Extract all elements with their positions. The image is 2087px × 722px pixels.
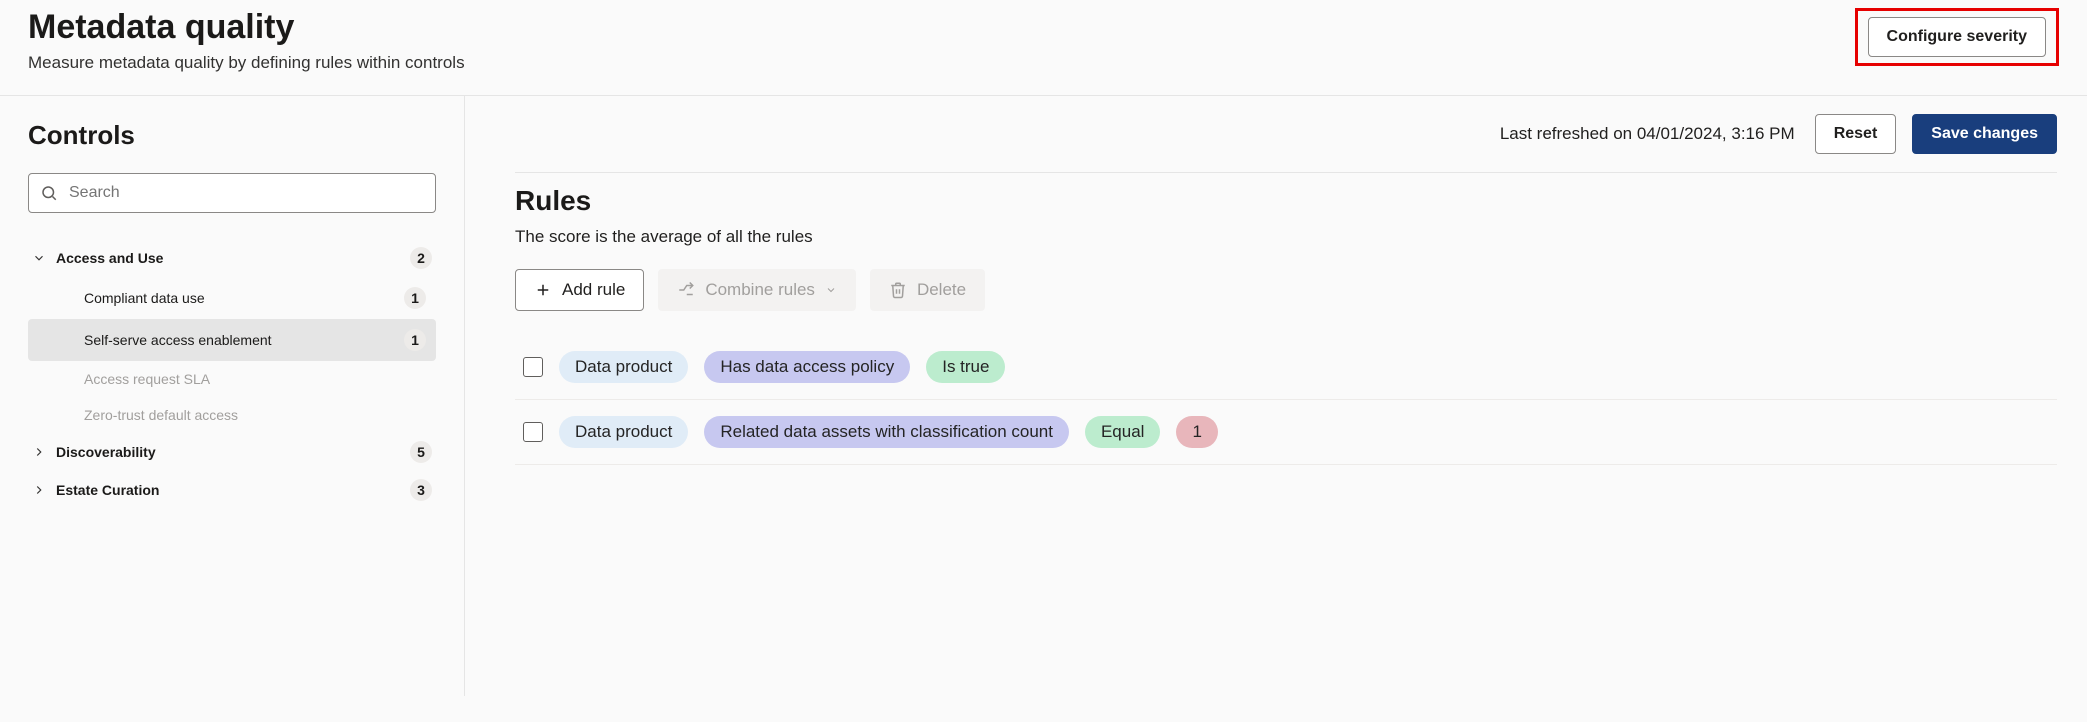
save-changes-button[interactable]: Save changes [1912, 114, 2057, 154]
search-input[interactable] [28, 173, 436, 213]
rule-checkbox[interactable] [523, 422, 543, 442]
rule-operator-pill[interactable]: Is true [926, 351, 1005, 383]
tree-item-label: Access request SLA [84, 371, 426, 387]
chevron-right-icon [32, 483, 46, 497]
reset-button[interactable]: Reset [1815, 114, 1897, 154]
rule-row: Data product Related data assets with cla… [515, 400, 2057, 465]
tree-item-label: Self-serve access enablement [84, 332, 396, 348]
controls-tree: Access and Use2Compliant data use1Self-s… [28, 239, 436, 509]
delete-button[interactable]: Delete [870, 269, 985, 311]
chevron-down-icon [32, 251, 46, 265]
combine-rules-label: Combine rules [705, 280, 815, 300]
count-badge: 1 [404, 287, 426, 309]
plus-icon [534, 281, 552, 299]
merge-icon [677, 281, 695, 299]
trash-icon [889, 281, 907, 299]
rule-entity-pill[interactable]: Data product [559, 351, 688, 383]
tree-item: Zero-trust default access [28, 397, 436, 433]
tree-item[interactable]: Self-serve access enablement 1 [28, 319, 436, 361]
configure-severity-button[interactable]: Configure severity [1868, 17, 2046, 57]
action-row: Last refreshed on 04/01/2024, 3:16 PM Re… [515, 114, 2057, 173]
tree-group-label: Access and Use [56, 250, 400, 266]
combine-rules-button[interactable]: Combine rules [658, 269, 856, 311]
rule-value-pill[interactable]: 1 [1176, 416, 1217, 448]
search-icon [40, 184, 58, 202]
count-badge: 5 [410, 441, 432, 463]
header-text-block: Metadata quality Measure metadata qualit… [28, 8, 465, 73]
count-badge: 2 [410, 247, 432, 269]
count-badge: 3 [410, 479, 432, 501]
add-rule-button[interactable]: Add rule [515, 269, 644, 311]
rules-toolbar: Add rule Combine rules Delete [515, 269, 2057, 311]
rule-operator-pill[interactable]: Equal [1085, 416, 1160, 448]
tree-group-header[interactable]: Estate Curation 3 [28, 471, 436, 509]
rule-entity-pill[interactable]: Data product [559, 416, 688, 448]
tree-group-header[interactable]: Access and Use 2 [28, 239, 436, 277]
tree-group-label: Discoverability [56, 444, 400, 460]
page-subtitle: Measure metadata quality by defining rul… [28, 53, 465, 73]
rule-attribute-pill[interactable]: Related data assets with classification … [704, 416, 1069, 448]
rules-title: Rules [515, 185, 2057, 217]
rule-row: Data product Has data access policy Is tru… [515, 335, 2057, 400]
last-refreshed: Last refreshed on 04/01/2024, 3:16 PM [1500, 124, 1795, 144]
configure-severity-highlight: Configure severity [1855, 8, 2059, 66]
rules-list: Data product Has data access policy Is tru… [515, 335, 2057, 465]
tree-group-header[interactable]: Discoverability 5 [28, 433, 436, 471]
rule-attribute-pill[interactable]: Has data access policy [704, 351, 910, 383]
chevron-right-icon [32, 445, 46, 459]
search-wrap [28, 173, 436, 213]
controls-sidebar: Controls Access and Use 2 Compliant data u… [0, 96, 465, 696]
tree-item: Access request SLA [28, 361, 436, 397]
delete-label: Delete [917, 280, 966, 300]
controls-title: Controls [28, 120, 436, 151]
page-title: Metadata quality [28, 8, 465, 47]
rule-checkbox[interactable] [523, 357, 543, 377]
count-badge: 1 [404, 329, 426, 351]
tree-item[interactable]: Compliant data use 1 [28, 277, 436, 319]
tree-item-label: Zero-trust default access [84, 407, 426, 423]
tree-group-label: Estate Curation [56, 482, 400, 498]
rules-subtitle: The score is the average of all the rule… [515, 227, 2057, 247]
page-header: Metadata quality Measure metadata qualit… [0, 0, 2087, 96]
tree-item-label: Compliant data use [84, 290, 396, 306]
main-panel: Last refreshed on 04/01/2024, 3:16 PM Re… [465, 96, 2087, 696]
chevron-down-icon [825, 284, 837, 296]
add-rule-label: Add rule [562, 280, 625, 300]
